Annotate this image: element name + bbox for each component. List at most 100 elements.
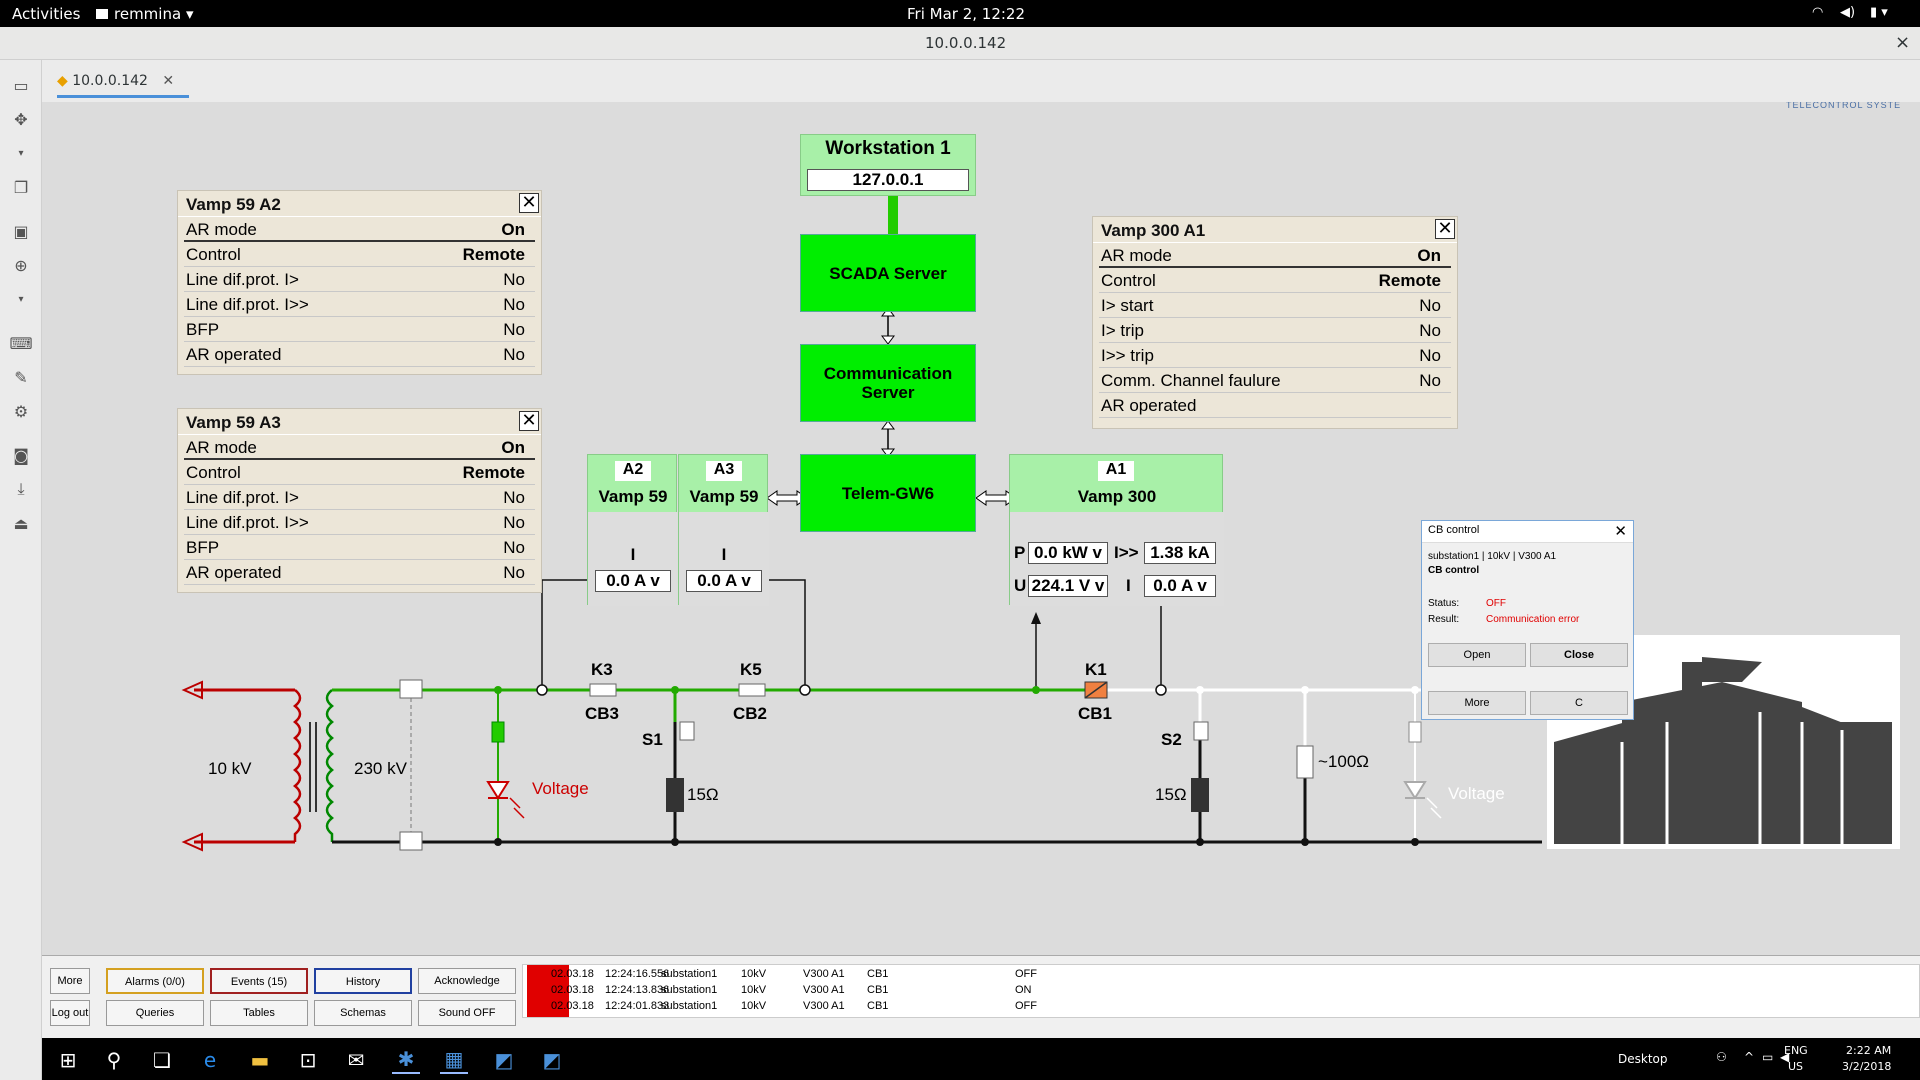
taskbar-time[interactable]: 2:22 AM [1846, 1044, 1891, 1057]
windows-icon[interactable]: ❐ [10, 176, 32, 198]
status-value: OFF [1486, 598, 1506, 609]
panel-row[interactable]: AR mode On [184, 435, 535, 460]
telem-gw6-box[interactable]: Telem-GW6 [800, 454, 976, 532]
keyboard-icon[interactable]: ⌨ [9, 332, 32, 354]
zoom-icon[interactable]: ⊕ [10, 254, 32, 276]
mail-icon[interactable]: ✉ [342, 1046, 370, 1074]
event-date: 02.03.18 [551, 1000, 594, 1012]
scada-tool-icon[interactable]: ◩ [490, 1046, 518, 1074]
fullscreen-icon[interactable]: ▭ [10, 74, 32, 96]
store-icon[interactable]: ⊡ [294, 1046, 322, 1074]
scada-editor-icon[interactable]: ▦ [440, 1046, 468, 1074]
c-button[interactable]: C [1530, 691, 1628, 715]
workstation-box[interactable]: Workstation 1 127.0.0.1 [800, 134, 976, 196]
people-icon[interactable]: ⚇ [1716, 1050, 1727, 1064]
event-list[interactable]: 02.03.18 12:24:16.556 substation1 10kV V300 … [522, 964, 1920, 1018]
chevron-up-icon[interactable]: ^ [1744, 1050, 1754, 1064]
event-row[interactable]: 02.03.18 12:24:01.833 substation1 10kV V300 … [523, 999, 1919, 1015]
search-icon[interactable]: ⚲ [100, 1046, 128, 1074]
a1-i2-value[interactable]: 1.38 kA [1144, 542, 1216, 564]
tools-icon[interactable]: ✎ [10, 366, 32, 388]
panel-vamp300-a1[interactable]: Vamp 300 A1 ✕ AR mode On Control Remote I> s… [1092, 216, 1458, 429]
panel-vamp59-a3[interactable]: Vamp 59 A3 ✕ AR mode On Control Remote Line … [177, 408, 542, 593]
event-row[interactable]: 02.03.18 12:24:16.556 substation1 10kV V300 … [523, 967, 1919, 983]
panel-row-value: No [1419, 371, 1441, 390]
a3-meas-value[interactable]: 0.0 A v [686, 570, 762, 592]
a1-name: Vamp 300 [1077, 487, 1157, 506]
app-menu[interactable]: remmina ▾ [96, 5, 193, 23]
more-button[interactable]: More [1428, 691, 1526, 715]
a2-device-box[interactable]: A2 Vamp 59 I 0.0 A v [587, 454, 678, 606]
chevron-down-icon[interactable]: ▾ [10, 142, 32, 164]
event-time: 12:24:13.836 [605, 984, 670, 996]
volume-icon[interactable]: ◀) [1840, 5, 1855, 20]
dialog-close-icon[interactable]: ✕ [1614, 522, 1627, 540]
wifi-icon[interactable]: ◠ [1812, 5, 1823, 20]
task-view-icon[interactable]: ❏ [148, 1046, 176, 1074]
screenshot-icon[interactable]: ◙ [10, 444, 32, 466]
activities-button[interactable]: Activities [12, 5, 80, 23]
scada-screen[interactable]: TELECONTROL SYSTE 10 kV 230 kV K3 CB3 K5… [42, 102, 1920, 955]
close-icon[interactable]: ✕ [519, 411, 539, 431]
a2-meas-value[interactable]: 0.0 A v [595, 570, 671, 592]
a1-device-box[interactable]: A1 Vamp 300 P 0.0 kW v I>> 1.38 kA U 224… [1009, 454, 1224, 606]
cb-control-dialog[interactable]: CB control ✕ substation1 | 10kV | V300 A… [1421, 520, 1634, 720]
window-close-icon[interactable]: × [1895, 32, 1910, 53]
tab-close-icon[interactable]: ✕ [162, 73, 174, 89]
panel-row: Line dif.prot. I> No [184, 267, 535, 292]
windows-start-icon[interactable]: ⊞ [54, 1046, 82, 1074]
scada-tool2-icon[interactable]: ◩ [538, 1046, 566, 1074]
alarms-button[interactable]: Alarms (0/0) [106, 968, 204, 994]
clock[interactable]: Fri Mar 2, 12:22 [907, 5, 1025, 23]
close-button[interactable]: Close [1530, 643, 1628, 667]
label-voltage-left: Voltage [532, 779, 589, 798]
scada-app-icon[interactable]: ✱ [392, 1046, 420, 1074]
scada-server-box[interactable]: SCADA Server [800, 234, 976, 312]
more-button[interactable]: More [50, 968, 90, 994]
preferences-icon[interactable]: ⚙ [10, 400, 32, 422]
a1-p-label: P [1014, 543, 1026, 562]
file-explorer-icon[interactable]: ▬ [246, 1046, 274, 1074]
panel-row[interactable]: AR mode On [1099, 243, 1451, 268]
scale-icon[interactable]: ✥ [10, 108, 32, 130]
events-button[interactable]: Events (15) [210, 968, 308, 994]
desktop-toolbar[interactable]: Desktop [1618, 1052, 1668, 1066]
event-rows: 02.03.18 12:24:16.556 substation1 10kV V300 … [523, 967, 1919, 1015]
minimize-icon[interactable]: ⤓ [10, 478, 32, 500]
event-level: 10kV [741, 1000, 767, 1012]
history-button[interactable]: History [314, 968, 412, 994]
event-obj: CB1 [867, 1000, 889, 1012]
panel-vamp59-a2[interactable]: Vamp 59 A2 ✕ AR mode On Control Remote Line … [177, 190, 542, 375]
disconnect-icon[interactable]: ⏏ [10, 512, 32, 534]
lang-region: US [1788, 1060, 1804, 1073]
queries-button[interactable]: Queries [106, 1000, 204, 1026]
a2-tag: A2 [615, 461, 651, 481]
close-icon[interactable]: ✕ [1435, 219, 1455, 239]
tab-connection[interactable]: ◆ 10.0.0.142 ✕ [57, 68, 189, 98]
a1-u-label: U [1014, 576, 1027, 595]
tables-button[interactable]: Tables [210, 1000, 308, 1026]
panel-row: BFP No [184, 317, 535, 342]
close-icon[interactable]: ✕ [519, 193, 539, 213]
communication-server-box[interactable]: Communication Server [800, 344, 976, 422]
event-device: V300 A1 [803, 984, 845, 996]
sound-button[interactable]: Sound OFF [418, 1000, 516, 1026]
a1-u-value[interactable]: 224.1 V v [1028, 575, 1108, 597]
lang-code[interactable]: ENG [1784, 1044, 1808, 1057]
panel-row-key: BFP [186, 320, 220, 339]
edge-icon[interactable]: e [196, 1046, 224, 1074]
chevron-down-icon[interactable]: ▾ [10, 288, 32, 310]
a3-device-box[interactable]: A3 Vamp 59 I 0.0 A v [678, 454, 769, 606]
acknowledge-button[interactable]: Acknowledge [418, 968, 516, 994]
open-button[interactable]: Open [1428, 643, 1526, 667]
a1-p-value[interactable]: 0.0 kW v [1028, 542, 1108, 564]
monitor-icon[interactable]: ▣ [10, 220, 32, 242]
schemas-button[interactable]: Schemas [314, 1000, 412, 1026]
logout-button[interactable]: Log out [50, 1000, 90, 1026]
panel-row[interactable]: AR mode On [184, 217, 535, 242]
a1-i-value[interactable]: 0.0 A v [1144, 575, 1216, 597]
network-icon[interactable]: ▭ [1762, 1050, 1773, 1064]
battery-icon[interactable]: ▮ ▾ [1870, 5, 1888, 20]
remote-desktop[interactable]: TELECONTROL SYSTE 10 kV 230 kV K3 CB3 K5… [42, 102, 1920, 1080]
event-row[interactable]: 02.03.18 12:24:13.836 substation1 10kV V300 … [523, 983, 1919, 999]
